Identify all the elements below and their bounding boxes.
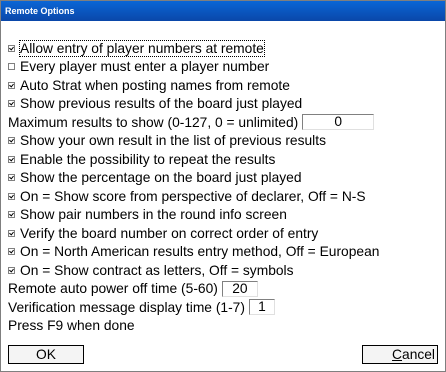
checkbox-show-own-result[interactable] [8,137,15,145]
option-label: Show the percentage on the board just pl… [20,170,302,186]
options-panel: Allow entry of player numbers at remote … [8,39,438,335]
checkbox-repeat-results[interactable] [8,155,15,163]
verify-time-label: Verification message display time (1-7) [8,299,245,315]
option-label: Enable the possibility to repeat the res… [20,151,276,167]
option-label: Every player must enter a player number [20,59,270,75]
option-label: On = Show score from perspective of decl… [20,188,366,204]
verify-time-input[interactable]: 1 [248,299,275,316]
option-entry-method[interactable]: On = North American results entry method… [8,243,438,262]
option-allow-player-numbers[interactable]: Allow entry of player numbers at remote [8,39,438,58]
option-show-percentage[interactable]: Show the percentage on the board just pl… [8,169,438,188]
max-results-label: Maximum results to show (0-127, 0 = unli… [8,114,299,130]
option-label: Show previous results of the board just … [20,96,303,112]
option-label: Show pair numbers in the round info scre… [20,207,287,223]
checkbox-score-perspective[interactable] [8,192,15,200]
cancel-accelerator: C [392,347,403,362]
option-show-own-result[interactable]: Show your own result in the list of prev… [8,132,438,151]
option-show-previous-results[interactable]: Show previous results of the board just … [8,95,438,114]
checkbox-contract-letters[interactable] [8,266,15,274]
power-off-label: Remote auto power off time (5-60) [8,281,218,297]
max-results-row: Maximum results to show (0-127, 0 = unli… [8,113,438,132]
checkbox-allow-player-numbers[interactable] [8,44,15,52]
checkbox-auto-strat[interactable] [8,81,15,89]
option-label: Allow entry of player numbers at remote [19,39,265,57]
checkbox-verify-board-number[interactable] [8,229,15,237]
hint-row: Press F9 when done [8,317,438,336]
checkbox-every-player-must-enter[interactable] [8,63,15,71]
cancel-button-label: ancel [402,347,435,362]
remote-options-dialog: Remote Options Allow entry of player num… [0,0,446,372]
verify-time-row: Verification message display time (1-7) … [8,298,438,317]
window-title: Remote Options [5,6,75,16]
checkbox-show-percentage[interactable] [8,174,15,182]
option-label: Show your own result in the list of prev… [20,133,326,149]
option-verify-board-number[interactable]: Verify the board number on correct order… [8,224,438,243]
max-results-input[interactable]: 0 [302,114,375,131]
option-label: On = North American results entry method… [20,244,380,260]
option-auto-strat[interactable]: Auto Strat when posting names from remot… [8,76,438,95]
cancel-button[interactable]: Cancel [362,345,438,364]
checkbox-show-previous-results[interactable] [8,100,15,108]
option-label: On = Show contract as letters, Off = sym… [20,262,294,278]
hint-text: Press F9 when done [8,318,135,334]
power-off-row: Remote auto power off time (5-60) 20 [8,280,438,299]
ok-button[interactable]: OK [8,345,84,364]
option-contract-letters[interactable]: On = Show contract as letters, Off = sym… [8,261,438,280]
option-show-pair-numbers[interactable]: Show pair numbers in the round info scre… [8,206,438,225]
option-label: Auto Strat when posting names from remot… [20,77,290,93]
power-off-input[interactable]: 20 [221,280,258,297]
option-repeat-results[interactable]: Enable the possibility to repeat the res… [8,150,438,169]
option-every-player-must-enter[interactable]: Every player must enter a player number [8,58,438,77]
ok-button-label: OK [36,347,56,362]
option-score-perspective[interactable]: On = Show score from perspective of decl… [8,187,438,206]
title-bar: Remote Options [1,1,445,21]
checkbox-entry-method[interactable] [8,248,15,256]
option-label: Verify the board number on correct order… [20,225,319,241]
checkbox-show-pair-numbers[interactable] [8,211,15,219]
button-bar: OK Cancel [8,345,438,365]
